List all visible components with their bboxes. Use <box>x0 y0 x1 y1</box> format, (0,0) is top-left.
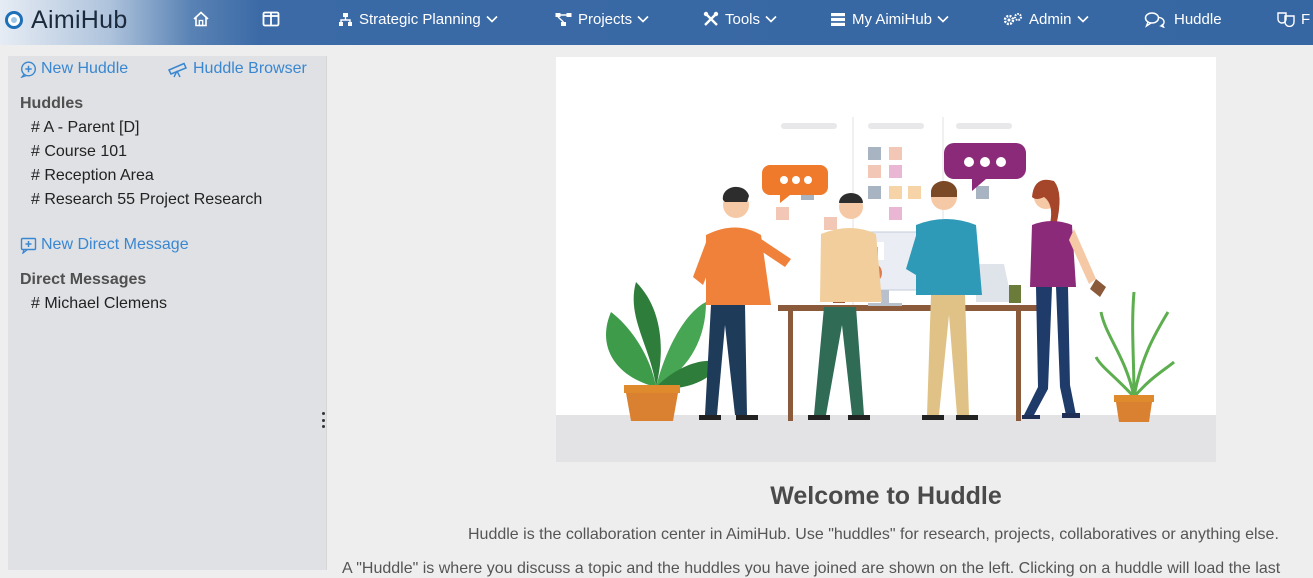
nav-f[interactable]: F <box>1277 0 1310 38</box>
huddle-item[interactable]: # A - Parent [D] <box>31 119 140 137</box>
nav-label: My AimiHub <box>852 10 933 28</box>
team-meeting-illustration <box>556 117 1216 462</box>
tools-icon <box>703 11 719 26</box>
nav-projects[interactable]: Projects <box>555 0 649 38</box>
home-button[interactable] <box>192 0 210 38</box>
columns-icon <box>262 11 280 27</box>
huddle-illustration <box>556 57 1216 462</box>
handle-dot <box>322 418 325 422</box>
handle-dot <box>322 412 325 415</box>
nav-label: F <box>1301 10 1311 28</box>
chevron-down-icon <box>937 15 949 23</box>
welcome-description: A "Huddle" is where you discuss a topic … <box>342 560 1281 577</box>
logo-icon <box>5 11 23 29</box>
sidebar-edge <box>326 56 327 570</box>
huddle-sidebar: New Huddle Huddle Browser Huddles # A - … <box>8 56 326 570</box>
chevron-down-icon <box>637 15 649 23</box>
huddle-browser-link[interactable]: Huddle Browser <box>167 60 307 78</box>
app-logo[interactable]: AimiHub <box>5 5 128 35</box>
nav-label: Admin <box>1029 10 1072 28</box>
top-navbar: AimiHub Strategic Planning Projects Tool… <box>0 0 1313 45</box>
list-icon <box>831 12 845 26</box>
new-huddle-label: New Huddle <box>41 60 129 77</box>
huddle-item[interactable]: # Research 55 Project Research <box>31 191 262 209</box>
huddle-item[interactable]: # Reception Area <box>31 167 154 185</box>
new-huddle-link[interactable]: New Huddle <box>20 60 128 78</box>
new-direct-message-link[interactable]: New Direct Message <box>20 236 189 254</box>
masks-icon <box>1277 12 1295 27</box>
nav-huddle[interactable]: Huddle <box>1144 0 1222 38</box>
welcome-subtitle: Huddle is the collaboration center in Ai… <box>468 526 1279 543</box>
huddle-browser-label: Huddle Browser <box>193 60 307 77</box>
handle-dot <box>322 425 325 428</box>
chevron-down-icon <box>765 15 777 23</box>
panel-toggle-button[interactable] <box>262 0 280 38</box>
huddles-heading: Huddles <box>20 95 84 112</box>
add-message-icon <box>20 237 37 254</box>
chevron-down-icon <box>486 15 498 23</box>
gears-icon <box>1003 12 1022 25</box>
network-icon <box>555 12 572 26</box>
add-chat-icon <box>20 60 37 78</box>
huddle-item[interactable]: # Course 101 <box>31 143 127 161</box>
chat-bubbles-icon <box>1144 11 1165 28</box>
chevron-down-icon <box>1076 15 1089 23</box>
new-direct-message-label: New Direct Message <box>41 236 189 253</box>
nav-label: Tools <box>725 10 761 28</box>
welcome-title: Welcome to Huddle <box>770 482 1002 510</box>
nav-my-aimihub[interactable]: My AimiHub <box>830 0 949 38</box>
direct-message-item[interactable]: # Michael Clemens <box>31 295 167 313</box>
nav-label: Strategic Planning <box>359 10 481 28</box>
direct-messages-heading: Direct Messages <box>20 271 147 288</box>
nav-label: Projects <box>578 10 633 28</box>
resize-handle[interactable] <box>322 412 325 428</box>
nav-tools[interactable]: Tools <box>703 0 777 38</box>
nav-strategic-planning[interactable]: Strategic Planning <box>338 0 498 38</box>
nav-label: Huddle <box>1174 10 1222 28</box>
home-icon <box>193 11 209 27</box>
app-title: AimiHub <box>31 5 128 34</box>
org-chart-icon <box>339 12 352 26</box>
nav-admin[interactable]: Admin <box>1003 0 1089 38</box>
telescope-icon <box>167 62 188 77</box>
